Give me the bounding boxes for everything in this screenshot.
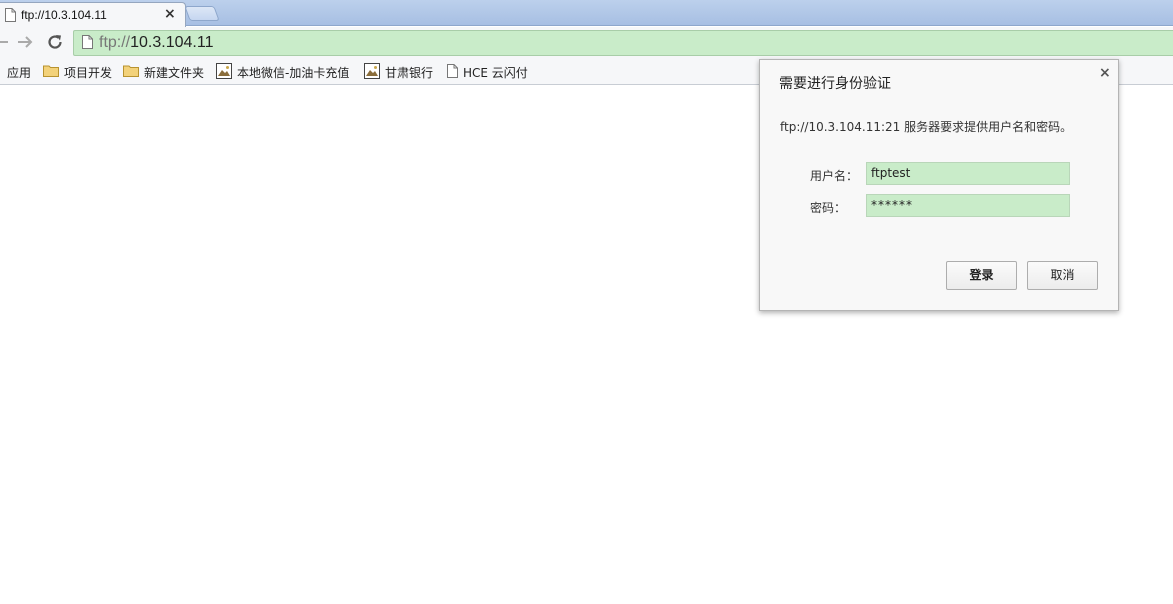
bookmark-label: 新建文件夹 xyxy=(144,65,205,80)
dialog-message: ftp://10.3.104.11:21 服务器要求提供用户名和密码。 xyxy=(780,120,1073,134)
url-host: 10.3.104.11 xyxy=(130,34,214,51)
back-arrow-icon[interactable] xyxy=(0,33,10,51)
auth-dialog: 需要进行身份验证 × ftp://10.3.104.11:21 服务器要求提供用… xyxy=(759,59,1119,311)
folder-icon xyxy=(43,64,59,80)
image-icon xyxy=(216,62,232,82)
forward-arrow-icon[interactable] xyxy=(16,33,34,51)
toolbar: ftp://10.3.104.11 xyxy=(0,27,1173,59)
bookmark-label: 本地微信-加油卡充值 xyxy=(237,65,350,80)
bookmark-folder-new[interactable]: 新建文件夹 xyxy=(123,63,204,81)
username-label: 用户名： xyxy=(810,169,859,183)
bookmark-label: 应用 xyxy=(7,65,32,80)
username-input[interactable]: ftptest xyxy=(866,162,1070,185)
address-bar[interactable]: ftp://10.3.104.11 xyxy=(73,30,1173,56)
address-text: ftp://10.3.104.11 xyxy=(99,34,213,52)
close-icon[interactable]: × xyxy=(164,6,176,22)
tab-active[interactable]: ftp://10.3.104.11 × xyxy=(0,2,186,27)
dialog-title: 需要进行身份验证 xyxy=(779,76,891,92)
url-scheme: ftp:// xyxy=(99,34,131,51)
page-icon xyxy=(5,8,16,25)
bookmark-label: HCE 云闪付 xyxy=(463,65,528,80)
folder-icon xyxy=(123,64,139,80)
bookmark-gansu-bank[interactable]: 甘肃银行 xyxy=(364,62,434,82)
reload-icon[interactable] xyxy=(45,32,65,52)
password-input[interactable]: ****** xyxy=(866,194,1070,217)
bookmark-hce-quickpass[interactable]: HCE 云闪付 xyxy=(447,63,528,81)
bookmark-wechat-recharge[interactable]: 本地微信-加油卡充值 xyxy=(216,62,350,82)
bookmark-label: 甘肃银行 xyxy=(385,65,434,80)
tab-title: ftp://10.3.104.11 xyxy=(21,8,107,22)
cancel-button[interactable]: 取消 xyxy=(1027,261,1098,290)
close-icon[interactable]: × xyxy=(1099,65,1111,81)
page-icon xyxy=(447,63,458,81)
tab-strip: ftp://10.3.104.11 × xyxy=(0,0,1173,27)
bookmark-label: 项目开发 xyxy=(64,65,113,80)
image-icon xyxy=(364,62,380,82)
password-label: 密码： xyxy=(810,201,847,215)
page-icon xyxy=(82,35,93,52)
new-tab-button[interactable] xyxy=(184,6,220,21)
bookmark-folder-project[interactable]: 项目开发 xyxy=(43,63,112,81)
login-button[interactable]: 登录 xyxy=(946,261,1017,290)
bookmark-apps[interactable]: 应用 xyxy=(7,63,31,81)
